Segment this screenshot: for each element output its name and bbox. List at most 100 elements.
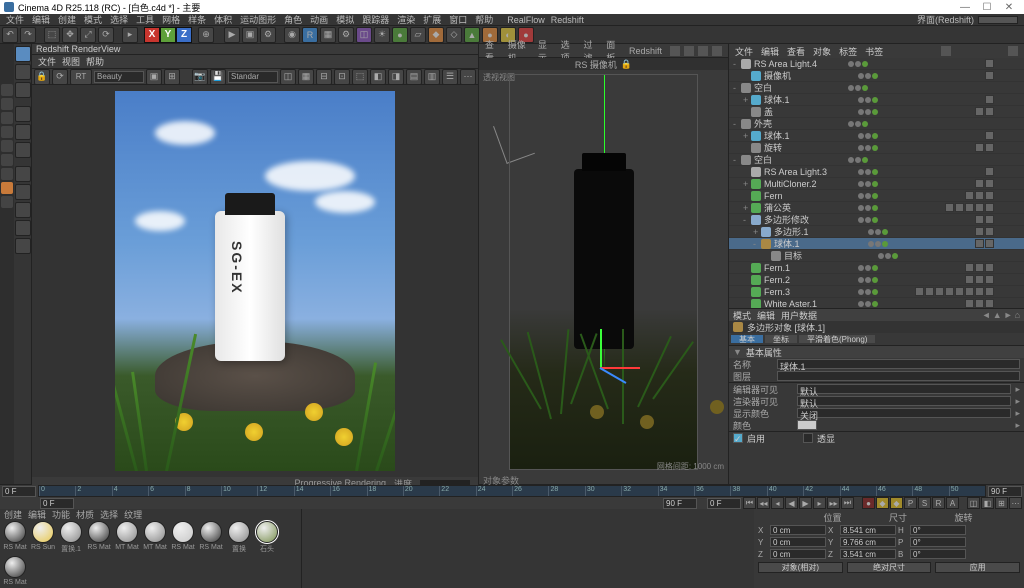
rs-tool2-button[interactable]: ◇ xyxy=(446,27,462,43)
tl-autokey-button[interactable]: ◆ xyxy=(876,497,889,509)
menu-volume[interactable]: 体积 xyxy=(214,13,232,26)
attr-name-input[interactable]: 球体.1 xyxy=(777,359,1020,369)
rv-refresh-button[interactable]: ⟳ xyxy=(52,69,68,85)
material-item[interactable]: RS Mat xyxy=(2,556,28,586)
rv-region-button[interactable]: ▣ xyxy=(146,69,162,85)
obj-menu-edit[interactable]: 编辑 xyxy=(761,45,779,58)
tl-key-s-button[interactable]: S xyxy=(918,497,931,509)
attr-color-swatch[interactable] xyxy=(797,420,817,430)
material-item[interactable]: RS Mat xyxy=(86,521,112,554)
rs-aov-button[interactable]: ◫ xyxy=(356,27,372,43)
material-item[interactable]: 置换.1 xyxy=(58,521,84,554)
snap-button[interactable] xyxy=(15,202,31,218)
rv-lock-button[interactable]: 🔒 xyxy=(34,69,50,85)
attr-tab-phong[interactable]: 平滑着色(Phong) xyxy=(799,335,875,343)
object-row[interactable]: -球体.1 xyxy=(729,238,1024,250)
mode-icon-3[interactable] xyxy=(1,112,13,124)
locked-button[interactable] xyxy=(15,238,31,254)
rs-render-button[interactable]: R xyxy=(302,27,318,43)
material-item[interactable]: RS Sun xyxy=(30,521,56,554)
rv-opt9-button[interactable]: ▥ xyxy=(424,69,440,85)
maximize-button[interactable]: ☐ xyxy=(976,2,998,13)
rv-aov-combo[interactable]: Beauty xyxy=(94,71,144,83)
vp-camera-label[interactable]: RS 摄像机 xyxy=(575,58,617,71)
tl-opt1-button[interactable]: ◫ xyxy=(967,497,980,509)
undo-button[interactable]: ↶ xyxy=(2,27,18,43)
coord-mode-button[interactable]: 对象(相对) xyxy=(758,562,843,573)
rs-proxy-button[interactable]: ▱ xyxy=(410,27,426,43)
coord-apply-button[interactable]: 应用 xyxy=(935,562,1020,573)
coord-pos-input[interactable]: 0 cm xyxy=(770,549,826,559)
tl-goto-end-button[interactable]: ⏭ xyxy=(841,497,854,509)
attr-tab-coord[interactable]: 坐标 xyxy=(765,335,797,343)
attr-vis-editor-combo[interactable]: 默认 xyxy=(797,384,1011,394)
model-mode-button[interactable] xyxy=(15,46,31,62)
rv-rt-button[interactable]: RT xyxy=(70,69,92,85)
tl-record-button[interactable]: ● xyxy=(862,497,875,509)
coord-rot-input[interactable]: 0° xyxy=(910,537,966,547)
rv-menu-file[interactable]: 文件 xyxy=(38,55,56,68)
menu-help[interactable]: 帮助 xyxy=(475,13,493,26)
menu-spline[interactable]: 样条 xyxy=(188,13,206,26)
rv-opt11-button[interactable]: ⋯ xyxy=(460,69,476,85)
menu-file[interactable]: 文件 xyxy=(6,13,24,26)
coord-size-mode-button[interactable]: 绝对尺寸 xyxy=(847,562,932,573)
rv-opt2-button[interactable]: ▦ xyxy=(298,69,314,85)
obj-menu-object[interactable]: 对象 xyxy=(813,45,831,58)
rv-opt3-button[interactable]: ⊟ xyxy=(316,69,332,85)
rv-opt10-button[interactable]: ☰ xyxy=(442,69,458,85)
attr-vis-render-combo[interactable]: 默认 xyxy=(797,396,1011,406)
render-region-button[interactable]: ▣ xyxy=(242,27,258,43)
obj-search-icon[interactable] xyxy=(941,46,951,56)
timeline-end-input[interactable]: 90 F xyxy=(988,486,1022,497)
vp-nav1-icon[interactable] xyxy=(670,46,680,56)
material-item[interactable]: 石头 xyxy=(254,521,280,554)
mode-icon-6[interactable] xyxy=(1,154,13,166)
mode-icon-1[interactable] xyxy=(1,84,13,96)
object-manager-list[interactable]: -RS Area Light.4摄像机-空白+球体.1盖-外壳+球体.1旋转-空… xyxy=(729,58,1024,308)
edge-mode-button[interactable] xyxy=(15,124,31,140)
menu-create[interactable]: 创建 xyxy=(58,13,76,26)
tl-opt3-button[interactable]: ⊞ xyxy=(995,497,1008,509)
material-item[interactable]: 置换 xyxy=(226,521,252,554)
viewport-canvas[interactable]: 透视视图 xyxy=(479,70,728,474)
attr-nav-home-icon[interactable]: ⌂ xyxy=(1015,310,1020,320)
coord-rot-input[interactable]: 0° xyxy=(910,549,966,559)
timeline-ruler[interactable]: 0246810121416182022242628303234363840424… xyxy=(38,485,986,497)
rv-opt5-button[interactable]: ⬚ xyxy=(352,69,368,85)
coord-rot-input[interactable]: 0° xyxy=(910,525,966,535)
rv-bucket-button[interactable]: ⊞ xyxy=(164,69,180,85)
menu-mograph[interactable]: 运动图形 xyxy=(240,13,276,26)
vp-menu-redshift[interactable]: Redshift xyxy=(629,46,662,56)
object-row[interactable]: Fern.2 xyxy=(729,274,1024,286)
object-row[interactable]: 目标 xyxy=(729,250,1024,262)
axis-mode-button[interactable] xyxy=(15,166,31,182)
rs-material-button[interactable]: ● xyxy=(392,27,408,43)
menu-tools[interactable]: 工具 xyxy=(136,13,154,26)
timeline-end2-input[interactable]: 90 F xyxy=(663,498,697,509)
object-row[interactable]: -空白 xyxy=(729,154,1024,166)
attr-nav-next-icon[interactable]: ► xyxy=(1004,310,1013,320)
mode-icon-8[interactable] xyxy=(1,182,13,194)
attr-layer-input[interactable] xyxy=(777,371,1020,381)
attr-nav-up-icon[interactable]: ▲ xyxy=(993,310,1002,320)
rv-preset-combo[interactable]: Standar xyxy=(228,71,278,83)
polygon-mode-button[interactable] xyxy=(15,142,31,158)
object-row[interactable]: +MultiCloner.2 xyxy=(729,178,1024,190)
object-row[interactable]: Fern.3 xyxy=(729,286,1024,298)
coord-sys-button[interactable]: ⊕ xyxy=(198,27,214,43)
select-tool[interactable]: ⬚ xyxy=(44,27,60,43)
material-item[interactable]: RS Mat xyxy=(170,521,196,554)
menu-extensions[interactable]: 扩展 xyxy=(423,13,441,26)
rv-opt1-button[interactable]: ◫ xyxy=(280,69,296,85)
tl-opt4-button[interactable]: ⋯ xyxy=(1009,497,1022,509)
coord-pos-input[interactable]: 0 cm xyxy=(770,537,826,547)
move-tool[interactable]: ✥ xyxy=(62,27,78,43)
quantize-button[interactable] xyxy=(15,220,31,236)
tl-next-frame-button[interactable]: ▸ xyxy=(813,497,826,509)
mode-icon-9[interactable] xyxy=(1,196,13,208)
tl-goto-start-button[interactable]: ⏮ xyxy=(743,497,756,509)
rotate-tool[interactable]: ⟳ xyxy=(98,27,114,43)
axis-z-toggle[interactable]: Z xyxy=(176,27,192,43)
axis-x-toggle[interactable]: X xyxy=(144,27,160,43)
